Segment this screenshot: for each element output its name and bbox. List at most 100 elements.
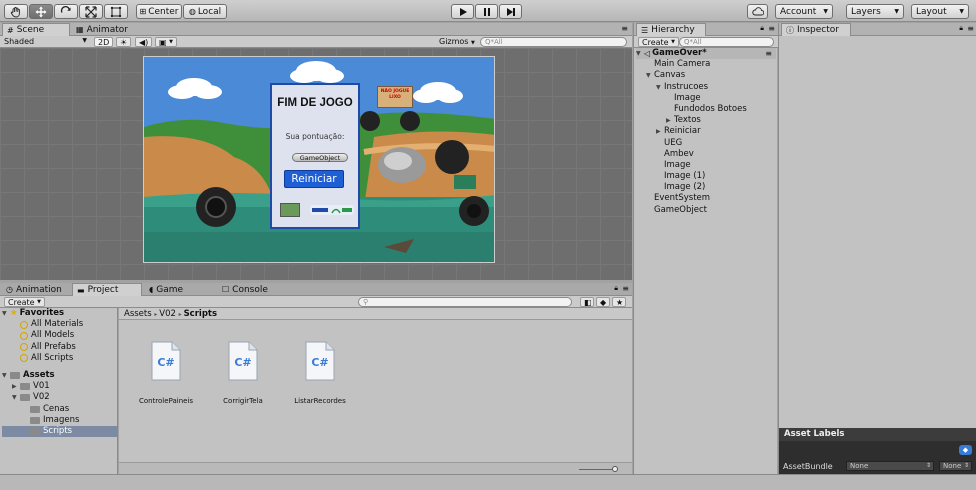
expand-arrow-icon[interactable]: ▶ [656,126,664,137]
scene-effects-dropdown[interactable]: ▣ ▼ [155,37,177,47]
hierarchy-item[interactable]: Main Camera [636,59,776,70]
hierarchy-item[interactable]: ▶ Textos [636,115,776,126]
panel-menu-icon[interactable]: ≡ [768,24,775,33]
script-file-item[interactable]: C# ControlePaineis [126,338,206,408]
folder-tree-item[interactable]: Cenas [2,404,118,415]
pause-button[interactable] [475,4,498,19]
dropdown-arrow-icon: ▼ [471,40,475,46]
cloud-button[interactable] [747,4,768,19]
hierarchy-item[interactable]: Ambev [636,149,776,160]
hierarchy-item-label: Ambev [664,148,694,159]
inspector-panel: ⓘ Inspector 🔒︎ ≡ Asset Labels ◆ AssetBund… [778,23,976,490]
hierarchy-item-label: Main Camera [654,59,711,70]
folder-tree-item[interactable]: ▶ V01 [2,381,118,392]
scale-tool-button[interactable] [79,4,103,19]
hierarchy-item[interactable]: EventSystem [636,193,776,204]
favorites-item[interactable]: All Prefabs [2,342,118,353]
hierarchy-item[interactable]: Image (1) [636,171,776,182]
expand-arrow-icon[interactable]: ▶ [12,381,20,392]
tab-game[interactable]: ◖ Game [145,283,215,296]
hand-tool-button[interactable] [4,4,28,19]
hierarchy-item[interactable]: ▼ Canvas [636,70,776,81]
hierarchy-item[interactable]: ▶ Reiniciar [636,126,776,137]
favorite-button[interactable]: ★ [612,297,626,307]
expand-arrow-icon[interactable]: ▼ [646,70,654,81]
filter-type-button[interactable]: ◧ [580,297,594,307]
lock-icon[interactable]: 🔒︎ [614,284,618,293]
assets-header[interactable]: ▼ Assets [2,370,118,381]
breadcrumb-item[interactable]: Scripts [184,309,217,319]
favorites-item[interactable]: All Materials [2,319,118,330]
mode-2d-toggle[interactable]: 2D [94,37,114,47]
account-dropdown[interactable]: Account ▼ [775,4,833,19]
pivot-local-toggle[interactable]: ◍ Local [183,4,227,19]
scene-search-input[interactable]: Q*All [480,37,627,47]
icon-size-slider-handle[interactable] [612,466,618,472]
project-search-input[interactable]: ⚲ [358,297,572,307]
icon-size-slider-track[interactable] [579,469,615,470]
tab-inspector[interactable]: ⓘ Inspector [781,23,851,36]
hierarchy-item[interactable]: UEG [636,138,776,149]
tab-animation[interactable]: ◷ Animation [2,283,70,296]
layout-dropdown[interactable]: Layout ▼ [911,4,969,19]
favorites-item[interactable]: All Scripts [2,353,118,364]
breadcrumb-item[interactable]: V02 [159,309,176,319]
tab-project-label: Project [87,285,119,295]
favorites-item[interactable]: All Models [2,330,118,341]
hierarchy-item[interactable]: GameObject [636,205,776,216]
folder-icon: ▬ [77,285,85,295]
favorites-header[interactable]: ▼ ★ Favorites [2,308,118,319]
gizmos-dropdown[interactable]: Gizmos ▼ [439,37,475,46]
panel-menu-icon[interactable]: ≡ [622,284,629,293]
folder-tree-item[interactable]: ▼ V02 [2,392,118,403]
lock-icon[interactable]: 🔒︎ [959,24,963,33]
assetbundle-variant-dropdown[interactable]: None ⇕ [939,461,972,471]
expand-arrow-icon[interactable]: ▶ [666,115,674,126]
tab-project[interactable]: ▬ Project [72,283,142,296]
tab-console[interactable]: ☐ Console [218,283,288,296]
tab-scene[interactable]: # Scene [2,23,70,36]
move-tool-button[interactable] [29,4,53,19]
project-create-button[interactable]: Create ▼ [4,297,45,307]
folder-tree-item[interactable]: Scripts [2,425,118,438]
scene-audio-toggle[interactable]: ◀) [135,37,153,47]
tab-hierarchy[interactable]: ☰ Hierarchy [636,23,706,36]
layers-dropdown[interactable]: Layers ▼ [846,4,904,19]
folder-icon [30,427,40,435]
hierarchy-create-label: Create [642,37,669,47]
hierarchy-tree: ▼ ◁ GameOver* ≡ Main Camera ▼ Canvas ▼ Instr… [636,48,776,216]
scene-root[interactable]: ▼ ◁ GameOver* ≡ [636,48,776,60]
hierarchy-item[interactable]: ▼ Instrucoes [636,82,776,93]
lock-icon[interactable]: 🔒︎ [760,24,764,33]
rotate-tool-button[interactable] [54,4,78,19]
rect-tool-button[interactable] [104,4,128,19]
scene-lighting-toggle[interactable]: ☀ [116,37,132,47]
script-file-item[interactable]: C# ListarRecordes [280,338,360,408]
pivot-center-toggle[interactable]: ⊞ Center [136,4,182,19]
hierarchy-item[interactable]: Image [636,160,776,171]
scene-menu-icon[interactable]: ≡ [765,48,772,59]
breadcrumb-item[interactable]: Assets [124,309,152,319]
panel-menu-icon[interactable]: ≡ [621,24,628,33]
hierarchy-item[interactable]: Image [636,93,776,104]
script-file-item[interactable]: C# CorrigirTela [203,338,283,408]
filter-label-button[interactable]: ◆ [596,297,610,307]
expand-arrow-icon[interactable]: ▼ [12,392,20,403]
scene-viewport[interactable]: NÃO JOGUE LIXO FIM DE JOGO Sua pontuação… [0,48,632,280]
folder-tree-item[interactable]: Imagens [2,415,118,426]
expand-arrow-icon[interactable]: ▼ [656,82,664,93]
hierarchy-create-button[interactable]: Create ▼ [638,37,679,47]
tag-icon[interactable]: ◆ [959,445,972,455]
assetbundle-dropdown[interactable]: None ⇕ [846,461,934,471]
panel-menu-icon[interactable]: ≡ [967,24,974,33]
tab-animator[interactable]: ▦ Animator [72,23,142,36]
hierarchy-item[interactable]: Fundodos Botoes [636,104,776,115]
step-button[interactable] [499,4,522,19]
hierarchy-item[interactable]: Image (2) [636,182,776,193]
pivot-icon: ⊞ [139,7,147,16]
restart-button[interactable]: Reiniciar [284,170,344,188]
hierarchy-search-input[interactable]: Q*All [679,37,774,47]
play-button[interactable] [451,4,474,19]
move-icon [35,6,47,17]
shading-mode-dropdown[interactable]: Shaded ▼ [4,37,90,47]
